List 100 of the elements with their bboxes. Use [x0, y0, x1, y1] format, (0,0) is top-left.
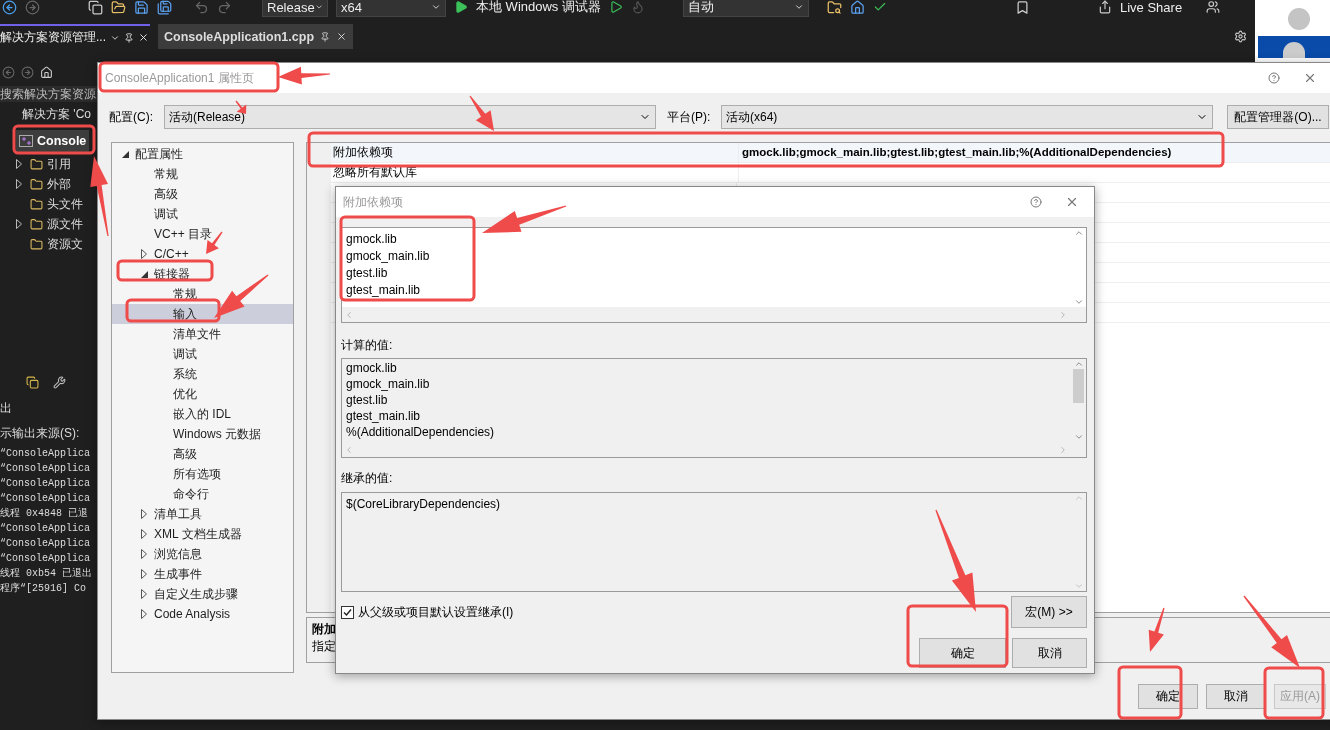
output-line: “ConsoleApplica [0, 462, 90, 476]
home-icon[interactable] [849, 0, 865, 15]
folder-icon[interactable] [111, 0, 126, 15]
tree-item[interactable]: 常规 [112, 284, 293, 304]
inherit-checkbox[interactable] [341, 606, 354, 619]
tree-item[interactable]: 生成事件 [112, 564, 293, 584]
project-item[interactable]: Console [16, 130, 90, 152]
search-field[interactable]: 搜索解决方案资源 [0, 86, 97, 102]
save-all-icon[interactable] [157, 0, 172, 15]
tree-item[interactable]: C/C++ [112, 244, 293, 264]
output-line: 线程 0xb54 已退出 [0, 566, 92, 581]
panel-tab[interactable]: 解决方案资源管理... [0, 24, 150, 49]
output-line: 程序“[25916] Co [0, 581, 86, 596]
collapsed-icon[interactable] [141, 529, 147, 539]
redo-icon[interactable] [217, 0, 232, 15]
highlight-frame [1117, 665, 1183, 720]
live-share-button[interactable]: Live Share [1119, 0, 1183, 15]
folder-search-icon[interactable] [826, 0, 842, 15]
debugger-button[interactable]: 本地 Windows 调试器 [476, 0, 601, 16]
tree-item[interactable]: XML 文档生成器 [112, 524, 293, 544]
expanded-icon[interactable] [140, 270, 148, 278]
editor-tab[interactable]: ConsoleApplication1.cpp [158, 24, 353, 49]
tree-item[interactable]: 调试 [112, 344, 293, 364]
platform-dropdown[interactable]: x64 [336, 0, 446, 17]
back-icon[interactable] [2, 0, 17, 15]
inherit-label: 从父级或项目默认设置继承(I) [358, 604, 514, 621]
close-icon[interactable] [336, 31, 347, 42]
tree-item[interactable]: 资源文 [0, 234, 83, 254]
cancel-button[interactable]: 取消 [1012, 638, 1087, 668]
cancel-button[interactable]: 取消 [1206, 684, 1266, 709]
collapsed-icon[interactable] [16, 179, 22, 189]
collapsed-icon[interactable] [16, 219, 22, 229]
text-line: %(AdditionalDependencies) [346, 424, 495, 440]
collapsed-icon[interactable] [141, 509, 147, 519]
tree-item[interactable]: 高级 [112, 444, 293, 464]
output-line: “ConsoleApplica [0, 447, 90, 461]
collapsed-icon[interactable] [141, 609, 147, 619]
tree-item[interactable]: VC++ 目录 [112, 224, 293, 244]
collapsed-icon[interactable] [141, 249, 147, 259]
forward-icon[interactable] [21, 65, 34, 79]
tree-item[interactable]: 配置属性 [112, 144, 293, 164]
collapsed-icon[interactable] [141, 569, 147, 579]
config-label: 配置(C): [109, 108, 154, 126]
copy-icon[interactable] [88, 0, 103, 15]
home-icon[interactable] [40, 65, 53, 79]
tree-item[interactable]: Windows 元数据 [112, 424, 293, 444]
dependencies-field[interactable]: gmock.lib gmock_main.lib gtest.lib gtest_main.lib [341, 227, 1087, 323]
play-icon[interactable] [454, 0, 468, 14]
folder-icon [30, 177, 43, 191]
bookmark-icon[interactable] [1014, 0, 1030, 15]
tree-item[interactable]: 命令行 [112, 484, 293, 504]
close-icon[interactable] [138, 32, 149, 43]
expanded-icon[interactable] [121, 150, 129, 158]
play-outline-icon[interactable] [608, 0, 623, 14]
property-row[interactable]: 附加依赖项 gmock.lib;gmock_main.lib;gtest.lib;gtest_main.lib;%(AdditionalDependencies) [331, 143, 1330, 163]
solution-item[interactable]: 解决方案 'Co [0, 106, 97, 122]
tree-item[interactable]: Code Analysis [112, 604, 293, 624]
platform-dropdown[interactable]: 活动(x64) [721, 105, 1213, 129]
tree-item[interactable]: 头文件 [0, 194, 83, 214]
output-line: “ConsoleApplica [0, 522, 90, 536]
tree-item[interactable]: 高级 [112, 184, 293, 204]
copy-icon[interactable] [26, 375, 39, 389]
forward-icon[interactable] [25, 0, 40, 15]
tree-item[interactable]: 嵌入的 IDL [112, 404, 293, 424]
tree-item[interactable]: 自定义生成步骤 [112, 584, 293, 604]
tree-item[interactable]: 链接器 [112, 264, 293, 284]
tree-item[interactable]: 优化 [112, 384, 293, 404]
ok-button[interactable]: 确定 [919, 638, 1006, 668]
tree-item[interactable]: 系统 [112, 364, 293, 384]
tree-item[interactable]: 外部 [0, 174, 71, 194]
undo-icon[interactable] [194, 0, 209, 15]
collapsed-icon[interactable] [141, 549, 147, 559]
pin-icon[interactable] [320, 31, 330, 42]
tree-item[interactable]: 所有选项 [112, 464, 293, 484]
pin-icon[interactable] [124, 32, 134, 43]
config-dropdown[interactable]: 活动(Release) [164, 105, 656, 129]
check-icon[interactable] [872, 0, 887, 14]
share-icon[interactable] [1097, 0, 1112, 14]
collapsed-icon[interactable] [141, 589, 147, 599]
ok-button[interactable]: 确定 [1138, 684, 1198, 709]
avatar [1283, 42, 1305, 58]
tree-item[interactable]: 引用 [0, 154, 71, 174]
tree-item[interactable]: 浏览信息 [112, 544, 293, 564]
configuration-dropdown[interactable]: Release [262, 0, 328, 17]
macro-button[interactable]: 宏(M) >> [1011, 596, 1087, 628]
config-manager-button[interactable]: 配置管理器(O)... [1227, 105, 1329, 129]
tree-item[interactable]: 调试 [112, 204, 293, 224]
tree-item[interactable]: 源文件 [0, 214, 83, 234]
mode-dropdown[interactable]: 自动 [682, 0, 809, 17]
wrench-icon[interactable] [53, 375, 66, 389]
tree-item[interactable]: 常规 [112, 164, 293, 184]
back-icon[interactable] [2, 65, 15, 79]
save-icon[interactable] [134, 0, 149, 15]
tree-item[interactable]: 清单文件 [112, 324, 293, 344]
tree-item[interactable]: 清单工具 [112, 504, 293, 524]
folder-icon [30, 157, 43, 171]
settings-icon[interactable] [1234, 30, 1247, 43]
text-line: gmock.lib [346, 360, 397, 376]
collapsed-icon[interactable] [16, 159, 22, 169]
users-icon[interactable] [1206, 0, 1221, 14]
